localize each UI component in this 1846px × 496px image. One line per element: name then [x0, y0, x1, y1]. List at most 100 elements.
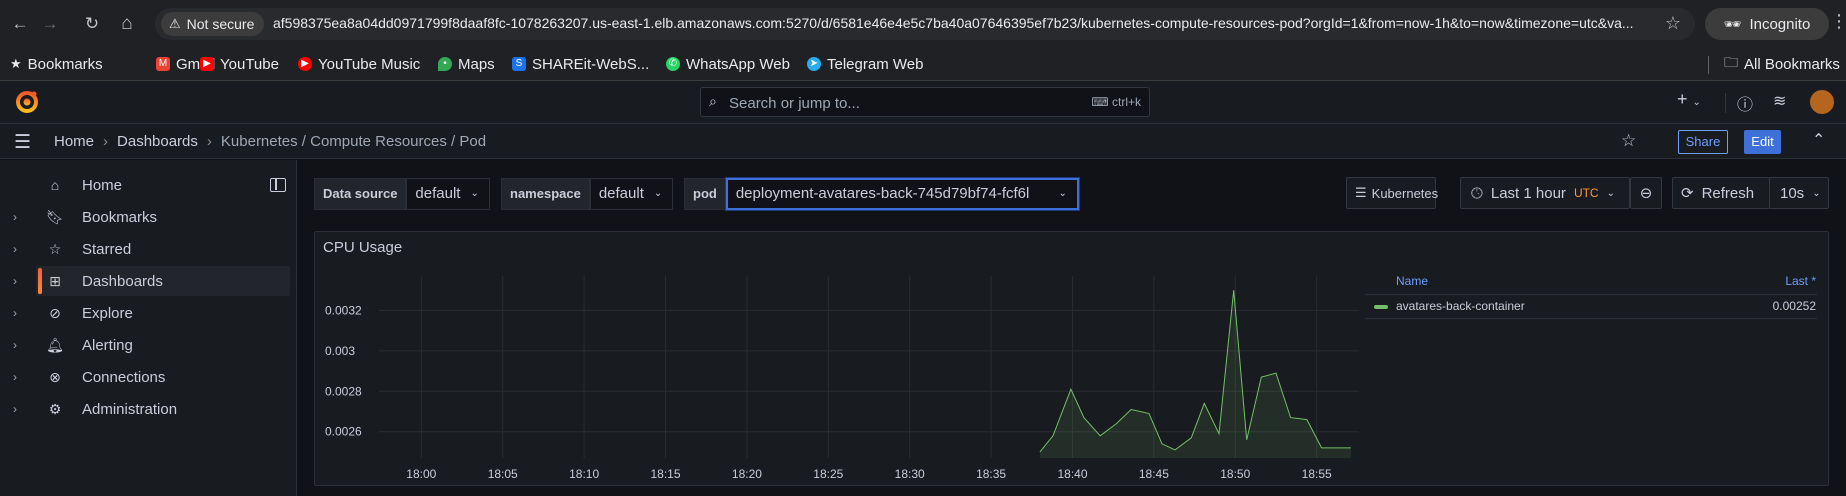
incognito-indicator[interactable]: 🕶 Incognito: [1705, 8, 1829, 40]
bookmarks-bar: ★ Bookmarks M Gmail ▶ YouTube ▶ YouTube …: [0, 47, 1846, 81]
edit-button[interactable]: Edit: [1744, 130, 1781, 154]
bookmark-item-telegram[interactable]: ➤ Telegram Web: [807, 53, 923, 75]
x-tick-label: 18:10: [569, 467, 599, 481]
sidebar: ⌂ Home › 🔖︎ Bookmarks › ☆ Starred › ⊞ Da…: [0, 160, 297, 496]
time-range-picker[interactable]: 🕓︎ Last 1 hour UTC ⌄: [1460, 177, 1630, 209]
legend-series-last: 0.00252: [1772, 299, 1816, 313]
chevron-right-icon[interactable]: ›: [13, 402, 17, 416]
bookmark-star-icon[interactable]: ☆: [1665, 13, 1681, 34]
search-placeholder: Search or jump to...: [729, 95, 860, 112]
legend-series-swatch[interactable]: [1374, 305, 1388, 309]
youtube-music-icon: ▶: [298, 57, 312, 71]
datasource-value: default: [415, 185, 461, 202]
pod-select[interactable]: deployment-avatares-back-745d79bf74-fcf6…: [724, 177, 1080, 211]
help-icon[interactable]: ⓘ: [1737, 91, 1753, 115]
sidebar-item-dashboards[interactable]: ⊞ Dashboards: [36, 266, 290, 296]
grafana-logo-icon[interactable]: [14, 89, 40, 115]
address-bar[interactable]: ⚠ Not secure af598375ea8a04dd0971799f8da…: [155, 8, 1695, 40]
refresh-button[interactable]: ⟳ Refresh: [1672, 177, 1770, 209]
x-tick-label: 18:00: [406, 467, 436, 481]
sidebar-item-administration[interactable]: ⚙ Administration: [36, 394, 290, 424]
chevron-right-icon[interactable]: ›: [13, 370, 17, 384]
bookmark-item-shareit[interactable]: S SHAREit-WebS...: [512, 53, 649, 75]
search-bar[interactable]: ⌕ Search or jump to... ⌨ ctrl+k: [700, 87, 1150, 117]
mark-favorite-star-icon[interactable]: ☆: [1621, 131, 1636, 151]
datasource-label: Data source: [314, 178, 407, 210]
search-shortcut-text: ctrl+k: [1111, 95, 1141, 109]
x-tick-label: 18:05: [488, 467, 518, 481]
legend-header-name[interactable]: Name: [1396, 274, 1428, 288]
refresh-icon: ⟳: [1681, 185, 1694, 202]
reload-icon[interactable]: ↻: [79, 11, 105, 37]
chevron-right-icon[interactable]: ›: [13, 274, 17, 288]
bookmark-item-maps[interactable]: • Maps: [438, 53, 495, 75]
cpu-usage-panel[interactable]: CPU Usage 0.0026 0.0028 0.003 0.0032 18:00 18…: [314, 231, 1829, 486]
legend-series-name[interactable]: avatares-back-container: [1396, 299, 1525, 313]
chevron-up-icon[interactable]: ⌃: [1812, 130, 1825, 150]
bookmark-label: YouTube: [220, 55, 279, 73]
home-icon[interactable]: ⌂: [114, 11, 140, 37]
chevron-right-icon[interactable]: ›: [13, 306, 17, 320]
sidebar-item-alerting[interactable]: 🔔︎ Alerting: [36, 330, 290, 360]
url-text[interactable]: af598375ea8a04dd0971799f8daaf8fc-1078263…: [273, 15, 1643, 31]
datasource-select[interactable]: default ⌄: [406, 178, 490, 210]
sidebar-item-label: Dashboards: [82, 272, 163, 290]
sidebar-item-label: Administration: [82, 400, 178, 418]
youtube-icon: ▶: [200, 57, 214, 71]
bookmark-item-youtube-music[interactable]: ▶ YouTube Music: [298, 53, 420, 75]
x-tick-label: 18:15: [650, 467, 680, 481]
breadcrumb-home[interactable]: Home: [54, 133, 94, 150]
sidebar-item-bookmarks[interactable]: 🔖︎ Bookmarks: [36, 202, 290, 232]
sidebar-item-explore[interactable]: ⊘ Explore: [36, 298, 290, 328]
x-tick-label: 18:35: [976, 467, 1006, 481]
variable-namespace: namespace default ⌄: [501, 178, 674, 210]
avatar[interactable]: [1810, 90, 1834, 114]
bookmark-item-bookmarks[interactable]: ★ Bookmarks: [10, 53, 103, 75]
kubernetes-label: Kubernetes: [1371, 185, 1439, 201]
plus-icon[interactable]: + ⌄: [1677, 89, 1701, 110]
bookmarks-separator: [1708, 56, 1709, 74]
forward-arrow-icon[interactable]: →: [37, 11, 63, 37]
more-vertical-icon[interactable]: ⋮: [1830, 11, 1846, 32]
all-bookmarks-button[interactable]: 🗀 All Bookmarks: [1724, 53, 1840, 75]
namespace-select[interactable]: default ⌄: [589, 178, 674, 210]
sidebar-item-connections[interactable]: ⊗ Connections: [36, 362, 290, 392]
chevron-right-icon[interactable]: ›: [13, 242, 17, 256]
sidebar-item-home[interactable]: ⌂ Home: [36, 170, 290, 200]
all-bookmarks-label: All Bookmarks: [1744, 55, 1840, 73]
breadcrumb-dashboards[interactable]: Dashboards: [117, 133, 198, 150]
connections-icon: ⊗: [49, 368, 61, 385]
star-icon: ☆: [48, 240, 62, 257]
not-secure-chip[interactable]: ⚠ Not secure: [161, 12, 265, 36]
legend-header-last[interactable]: Last *: [1776, 274, 1816, 288]
kubernetes-links-button[interactable]: ☰ Kubernetes: [1346, 177, 1439, 209]
keyboard-icon: ⌨: [1091, 95, 1109, 109]
sidebar-item-label: Explore: [82, 304, 133, 322]
bookmark-item-youtube[interactable]: ▶ YouTube: [200, 53, 279, 75]
variable-pod: pod deployment-avatares-back-745d79bf74-…: [684, 177, 1080, 211]
cpu-usage-chart: 0.0026 0.0028 0.003 0.0032 18:00 18:05 18:10 18…: [325, 276, 1359, 481]
shareit-icon: S: [512, 57, 526, 71]
chevron-right-icon[interactable]: ›: [13, 210, 17, 224]
x-tick-label: 18:50: [1220, 467, 1250, 481]
sidebar-item-label: Bookmarks: [82, 208, 158, 226]
bookmark-icon: 🔖︎: [46, 208, 64, 225]
x-tick-label: 18:55: [1302, 467, 1332, 481]
sidebar-item-starred[interactable]: ☆ Starred: [36, 234, 290, 264]
bookmark-label: YouTube Music: [318, 55, 421, 73]
zoom-out-button[interactable]: ⊖: [1630, 177, 1662, 209]
zoom-out-icon: ⊖: [1639, 185, 1653, 202]
share-button[interactable]: Share: [1678, 130, 1728, 154]
bookmark-label: Maps: [458, 55, 495, 73]
y-tick-label: 0.003: [325, 344, 355, 358]
chevron-right-icon[interactable]: ›: [13, 338, 17, 352]
warning-triangle-icon: ⚠: [169, 16, 181, 31]
menu-icon[interactable]: ☰: [14, 131, 36, 154]
news-feed-icon[interactable]: ≋: [1773, 91, 1786, 111]
pod-value[interactable]: deployment-avatares-back-745d79bf74-fcf6…: [736, 179, 1030, 209]
back-arrow-icon[interactable]: ←: [7, 11, 33, 37]
bookmark-item-whatsapp[interactable]: ✆ WhatsApp Web: [666, 53, 790, 75]
refresh-interval-picker[interactable]: 10s ⌄: [1769, 177, 1829, 209]
clock-icon: 🕓︎: [1471, 184, 1483, 202]
chevron-down-icon: ⌄: [653, 188, 663, 199]
